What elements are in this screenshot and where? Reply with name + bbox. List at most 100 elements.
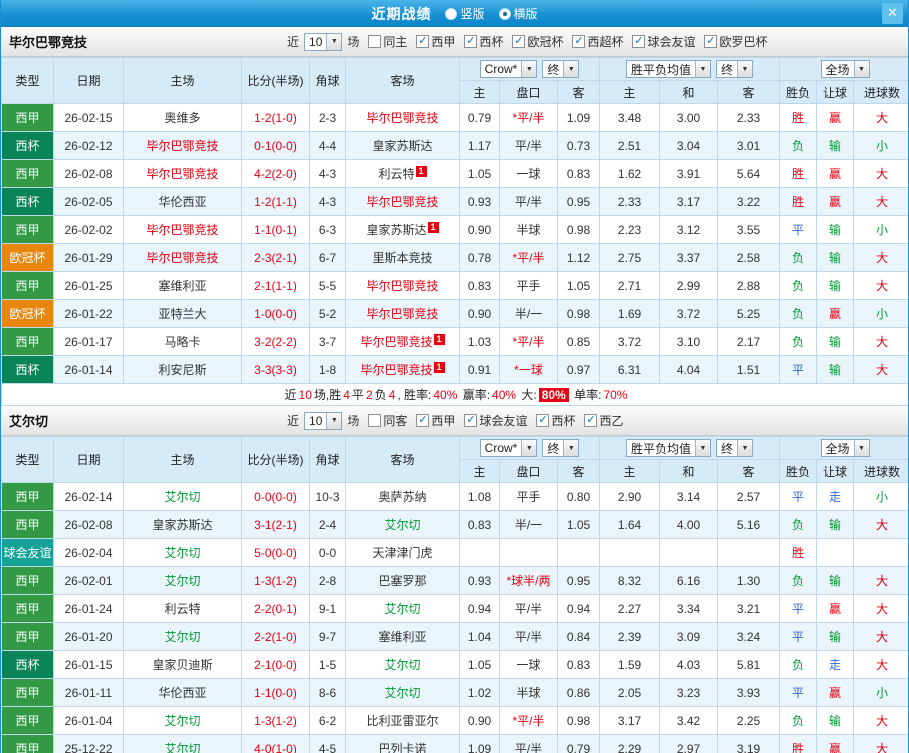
europe-avg-select[interactable]: 胜平负均值 ▼: [625, 439, 711, 457]
checkbox-icon[interactable]: ✓: [536, 414, 550, 427]
filter-label: 欧冠杯: [527, 35, 564, 49]
filter-球会友谊[interactable]: ✓ 球会友谊: [632, 33, 695, 50]
checkbox-icon[interactable]: ✓: [416, 35, 430, 48]
checkbox-icon[interactable]: ✓: [632, 35, 646, 48]
home-team-cell[interactable]: 艾尔切: [123, 622, 242, 651]
match-count-select[interactable]: 10 ▼: [304, 411, 343, 430]
away-team-cell[interactable]: 塞维利亚: [345, 622, 460, 651]
asian-home-odds-cell: 0.83: [459, 271, 500, 300]
away-team-name: 巴列卡诺: [378, 742, 427, 753]
filter-西乙[interactable]: ✓ 西乙: [584, 412, 623, 429]
away-team-cell[interactable]: 奥萨苏纳: [345, 482, 460, 511]
bookmaker-select[interactable]: Crow* ▼: [479, 439, 538, 457]
away-team-cell[interactable]: 比利亚雷亚尔: [345, 706, 460, 735]
asian-handicap-cell: 一球: [499, 650, 558, 679]
away-team-cell[interactable]: 毕尔巴鄂竞技 1: [345, 355, 460, 384]
away-team-cell[interactable]: 毕尔巴鄂竞技: [345, 271, 460, 300]
radio-vertical-layout[interactable]: 竖版: [445, 5, 485, 22]
europe-away-odds-cell: 5.16: [716, 510, 781, 539]
filter-西杯[interactable]: ✓ 西杯: [536, 412, 575, 429]
home-team-cell[interactable]: 奥维多: [123, 103, 242, 132]
checkbox-icon[interactable]: ✓: [512, 35, 526, 48]
europe-final-select[interactable]: 终 ▼: [716, 439, 754, 457]
home-team-cell[interactable]: 马略卡: [123, 327, 242, 356]
home-team-cell[interactable]: 艾尔切: [123, 538, 242, 567]
away-team-name: 毕尔巴鄂竞技: [366, 279, 439, 293]
radio-icon[interactable]: [445, 7, 458, 20]
home-team-cell[interactable]: 华伦西亚: [123, 187, 242, 216]
away-team-cell[interactable]: 皇家苏斯达 1: [345, 215, 460, 244]
home-team-cell[interactable]: 塞维利亚: [123, 271, 242, 300]
checkbox-icon[interactable]: [368, 35, 382, 48]
filter-同主[interactable]: 同主: [368, 33, 407, 50]
goals-result-cell: 大: [853, 706, 908, 735]
away-team-cell[interactable]: 巴塞罗那: [345, 566, 460, 595]
asian-away-odds-cell: 0.79: [557, 734, 600, 753]
checkbox-icon[interactable]: ✓: [572, 35, 586, 48]
checkbox-icon[interactable]: ✓: [584, 414, 598, 427]
home-team-cell[interactable]: 利云特: [123, 594, 242, 623]
summary-stat: 近: [284, 388, 297, 402]
filter-球会友谊[interactable]: ✓ 球会友谊: [464, 412, 527, 429]
europe-home-odds-cell: 2.75: [599, 243, 660, 272]
away-team-cell[interactable]: 天津津门虎: [345, 538, 460, 567]
close-icon[interactable]: ✕: [882, 3, 903, 24]
home-team-cell[interactable]: 艾尔切: [123, 566, 242, 595]
radio-horizontal-layout[interactable]: 横版: [498, 5, 538, 22]
filter-西杯[interactable]: ✓ 西杯: [464, 33, 503, 50]
away-team-cell[interactable]: 巴列卡诺: [345, 734, 460, 753]
asian-final-select[interactable]: 终 ▼: [542, 439, 580, 457]
checkbox-icon[interactable]: ✓: [416, 414, 430, 427]
scope-select[interactable]: 全场 ▼: [820, 439, 870, 457]
filter-欧冠杯[interactable]: ✓ 欧冠杯: [512, 33, 563, 50]
away-team-cell[interactable]: 艾尔切: [345, 594, 460, 623]
home-team-cell[interactable]: 毕尔巴鄂竞技: [123, 243, 242, 272]
home-team-cell[interactable]: 皇家贝迪斯: [123, 650, 242, 679]
europe-avg-select[interactable]: 胜平负均值 ▼: [625, 60, 711, 78]
score-cell: 1-1(0-0): [241, 678, 310, 707]
away-team-cell[interactable]: 里斯本竞技: [345, 243, 460, 272]
europe-final-select[interactable]: 终 ▼: [716, 60, 754, 78]
asian-handicap-cell: 一球: [499, 159, 558, 188]
home-team-name: 毕尔巴鄂竞技: [146, 167, 219, 181]
checkbox-icon[interactable]: ✓: [464, 414, 478, 427]
home-team-cell[interactable]: 艾尔切: [123, 734, 242, 753]
home-team-cell[interactable]: 利安尼斯: [123, 355, 242, 384]
filter-西超杯[interactable]: ✓ 西超杯: [572, 33, 623, 50]
filter-同客[interactable]: 同客: [368, 412, 407, 429]
home-team-cell[interactable]: 艾尔切: [123, 706, 242, 735]
checkbox-icon[interactable]: ✓: [464, 35, 478, 48]
checkbox-icon[interactable]: ✓: [704, 35, 718, 48]
home-team-cell[interactable]: 毕尔巴鄂竞技: [123, 159, 242, 188]
away-team-cell[interactable]: 毕尔巴鄂竞技: [345, 299, 460, 328]
home-team-cell[interactable]: 华伦西亚: [123, 678, 242, 707]
scope-select[interactable]: 全场 ▼: [820, 60, 870, 78]
away-team-cell[interactable]: 利云特 1: [345, 159, 460, 188]
home-team-cell[interactable]: 皇家苏斯达: [123, 510, 242, 539]
away-team-cell[interactable]: 艾尔切: [345, 678, 460, 707]
checkbox-icon[interactable]: [368, 414, 382, 427]
home-team-cell[interactable]: 亚特兰大: [123, 299, 242, 328]
away-team-cell[interactable]: 毕尔巴鄂竞技 1: [345, 327, 460, 356]
select-value: 终: [547, 62, 560, 77]
home-team-cell[interactable]: 毕尔巴鄂竞技: [123, 131, 242, 160]
home-team-name: 毕尔巴鄂竞技: [146, 251, 219, 265]
select-value: 胜平负均值: [630, 441, 691, 456]
asian-final-select[interactable]: 终 ▼: [542, 60, 580, 78]
away-team-cell[interactable]: 毕尔巴鄂竞技: [345, 103, 460, 132]
filter-西甲[interactable]: ✓ 西甲: [416, 412, 455, 429]
radio-icon[interactable]: [498, 7, 511, 20]
home-team-cell[interactable]: 毕尔巴鄂竞技: [123, 215, 242, 244]
filter-欧罗巴杯[interactable]: ✓ 欧罗巴杯: [704, 33, 768, 50]
away-team-cell[interactable]: 艾尔切: [345, 650, 460, 679]
bookmaker-select[interactable]: Crow* ▼: [479, 60, 538, 78]
europe-odds-group-header: 胜平负均值 ▼ 终 ▼: [598, 436, 781, 460]
away-team-cell[interactable]: 皇家苏斯达: [345, 131, 460, 160]
away-team-cell[interactable]: 艾尔切: [345, 510, 460, 539]
filter-西甲[interactable]: ✓ 西甲: [416, 33, 455, 50]
match-count-select[interactable]: 10 ▼: [304, 32, 343, 51]
result-cell: 负: [779, 299, 818, 328]
league-type-cell: 西甲: [1, 103, 54, 132]
away-team-cell[interactable]: 毕尔巴鄂竞技: [345, 187, 460, 216]
home-team-cell[interactable]: 艾尔切: [123, 482, 242, 511]
